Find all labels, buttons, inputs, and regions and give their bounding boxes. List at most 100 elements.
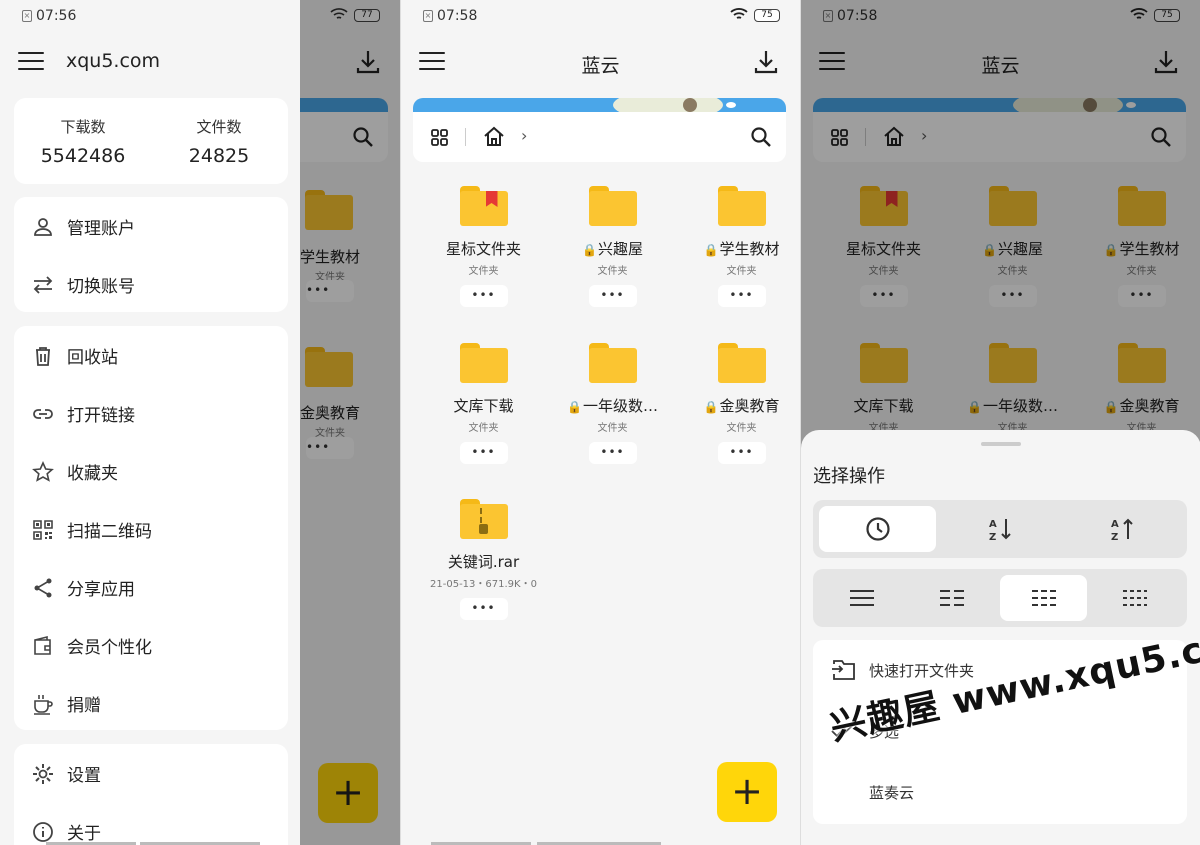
file-item[interactable]: 🔒兴趣屋 文件夹 ••• [548, 186, 677, 336]
menu-item-label: 分享应用 [67, 580, 135, 600]
sort-descending-option[interactable]: AZ [1063, 506, 1180, 552]
layout-three-column-option[interactable] [1000, 575, 1087, 621]
divider [465, 128, 466, 146]
more-button[interactable]: ••• [459, 442, 508, 464]
chevron-right-icon: › [521, 126, 528, 145]
menu-item-share-app[interactable]: 分享应用 [14, 558, 288, 616]
coffee-icon [34, 695, 53, 715]
menu-item-recycle-bin[interactable]: 回收站 [14, 326, 288, 384]
layout-segmented-control [813, 569, 1187, 627]
lock-icon: 🔒 [567, 400, 582, 414]
menu-item-donate[interactable]: 捐赠 [14, 674, 288, 732]
layout-four-column-option[interactable] [1092, 575, 1177, 621]
menu-item-about[interactable]: 关于 [14, 802, 288, 845]
starred-folder-icon [459, 186, 508, 226]
page-title: 蓝云 [581, 55, 620, 77]
menu-icon[interactable] [18, 52, 44, 72]
menu-item-settings[interactable]: 设置 [14, 744, 288, 802]
status-bar: × 07:58 75 [401, 0, 800, 32]
file-subtitle: 文件夹 [468, 423, 499, 434]
file-item[interactable]: 文库下载文件夹 ••• [419, 343, 548, 493]
stat-files: 文件数 24825 [154, 116, 284, 167]
stat-label: 文件数 [196, 118, 242, 136]
home-icon[interactable] [483, 126, 505, 148]
person-icon [34, 218, 52, 236]
file-item[interactable]: 🔒学生教材 文件夹 ••• [677, 186, 800, 336]
menu-item-label: 会员个性化 [67, 638, 152, 658]
menu-item-label: 关于 [67, 824, 101, 844]
layout-two-column-option[interactable] [909, 575, 994, 621]
stat-label: 下载数 [60, 118, 106, 136]
folder-icon [717, 186, 766, 226]
svg-text:A: A [1111, 519, 1119, 530]
battery-indicator: 75 [754, 9, 780, 22]
menu-item-label: 捐赠 [67, 696, 101, 716]
zip-file-icon [459, 499, 508, 539]
svg-text:A: A [989, 519, 997, 530]
menu-group-main: 回收站 打开链接 收藏夹 扫描二维码 分享应用 会员个性化 捐赠 [14, 326, 288, 730]
file-subtitle: 文件夹 [468, 266, 499, 277]
link-icon [33, 409, 53, 419]
file-item[interactable]: 🔒一年级数… 文件夹 ••• [548, 343, 677, 493]
file-subtitle: 文件夹 [726, 423, 757, 434]
file-name: 🔒一年级数… [548, 395, 677, 416]
file-name-text: 文库下载 [453, 397, 514, 415]
menu-item-label: 管理账户 [67, 219, 135, 239]
search-icon[interactable] [750, 126, 772, 148]
more-button[interactable]: ••• [459, 285, 508, 307]
lanzou-cloud-action[interactable]: 蓝奏云 [813, 762, 1187, 822]
sort-by-time-option[interactable] [819, 506, 936, 552]
file-subtitle: 21-05-13・671.9K・0 [430, 579, 537, 590]
menu-item-scan-qr[interactable]: 扫描二维码 [14, 500, 288, 558]
file-subtitle: 文件夹 [726, 266, 757, 277]
file-name: 文库下载 [419, 395, 548, 416]
file-item[interactable]: 星标文件夹文件夹 ••• [419, 186, 548, 336]
sim-icon: × [22, 10, 32, 22]
menu-group-settings: 设置 关于 [14, 744, 288, 845]
svg-text:Z: Z [1111, 532, 1118, 542]
stat-value: 5542486 [40, 145, 126, 167]
action-label: 蓝奏云 [869, 784, 915, 802]
more-button[interactable]: ••• [459, 598, 508, 620]
menu-item-label: 扫描二维码 [67, 522, 152, 542]
file-name-text: 关键词.rar [447, 553, 520, 571]
sort-ascending-option[interactable]: AZ [941, 506, 1058, 552]
app-bar: 蓝云 [401, 40, 800, 86]
more-button[interactable]: ••• [717, 442, 766, 464]
lock-icon: 🔒 [582, 243, 597, 257]
folder-icon [459, 343, 508, 383]
folder-icon [588, 186, 637, 226]
menu-item-label: 切换账号 [67, 277, 135, 297]
four-column-view-icon [1122, 590, 1147, 606]
menu-item-switch-account[interactable]: 切换账号 [14, 255, 288, 313]
share-icon [34, 578, 52, 598]
breadcrumb-bar: › [413, 112, 786, 162]
layout-list-option[interactable] [819, 575, 904, 621]
star-icon [32, 461, 54, 482]
list-view-icon [849, 590, 874, 606]
qr-code-icon [33, 520, 53, 540]
menu-group-account: 管理账户 切换账号 [14, 197, 288, 312]
menu-item-label: 收藏夹 [67, 464, 118, 484]
more-button[interactable]: ••• [588, 285, 637, 307]
drag-handle[interactable] [981, 442, 1021, 446]
more-button[interactable]: ••• [588, 442, 637, 464]
add-fab-button[interactable]: + [717, 762, 777, 822]
status-time: 07:56 [36, 8, 77, 24]
menu-item-manage-account[interactable]: 管理账户 [14, 197, 288, 255]
menu-item-favorites[interactable]: 收藏夹 [14, 442, 288, 500]
folder-icon [717, 343, 766, 383]
more-button[interactable]: ••• [717, 285, 766, 307]
grid-view-icon[interactable] [431, 129, 448, 146]
menu-item-open-link[interactable]: 打开链接 [14, 384, 288, 442]
menu-item-label: 设置 [67, 766, 101, 786]
menu-item-membership[interactable]: 会员个性化 [14, 616, 288, 674]
download-icon[interactable] [752, 48, 780, 76]
file-name: 星标文件夹 [419, 238, 548, 259]
file-item[interactable]: 关键词.rar 21-05-13・671.9K・0 ••• [419, 499, 548, 649]
drawer-site-title: xqu5.com [66, 50, 161, 72]
file-name: 关键词.rar [419, 551, 548, 572]
file-name-text: 星标文件夹 [445, 240, 521, 258]
menu-item-label: 打开链接 [67, 406, 135, 426]
file-item[interactable]: 🔒金奥教育文件夹 ••• [677, 343, 800, 493]
